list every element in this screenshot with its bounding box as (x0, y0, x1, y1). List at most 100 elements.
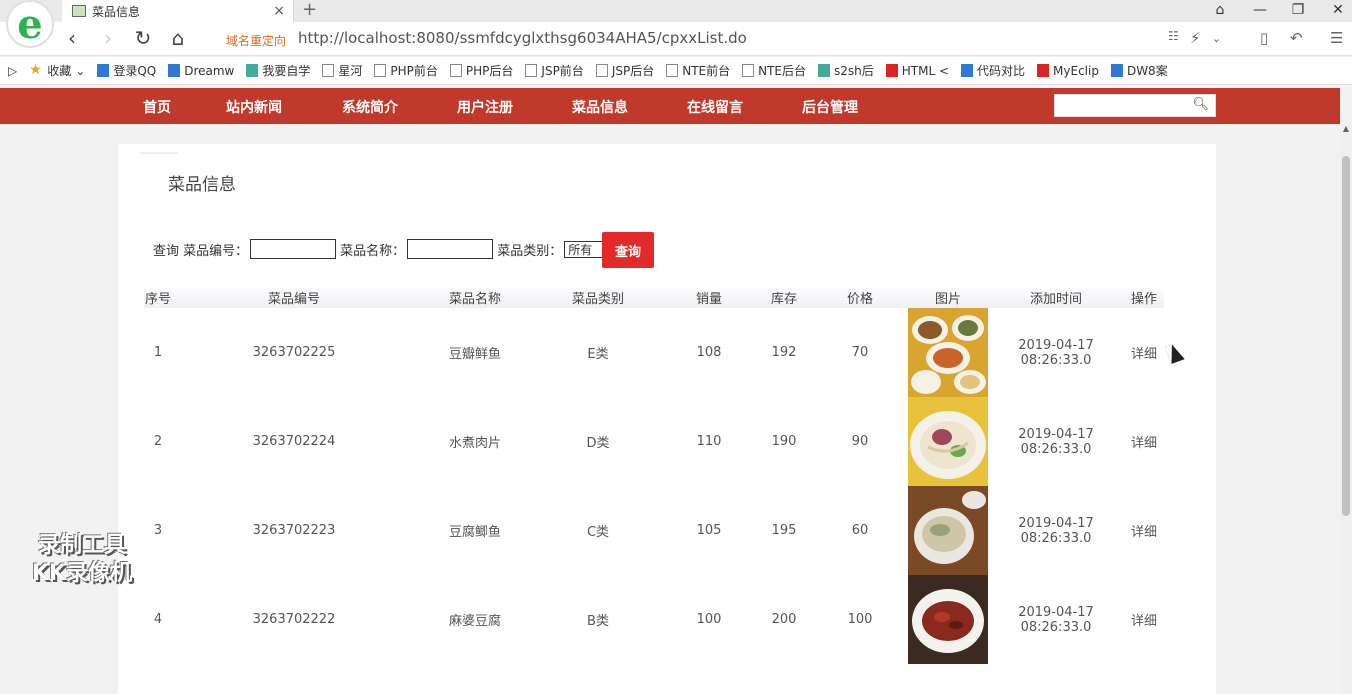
bookmark-item[interactable]: NTE后台 (742, 62, 806, 79)
dish-image[interactable] (908, 397, 988, 486)
minimize-button[interactable]: — (1240, 0, 1280, 22)
page-icon (666, 64, 679, 77)
detail-link[interactable]: 详细 (1124, 308, 1164, 397)
bookmark-item[interactable]: JSP前台 (525, 62, 584, 79)
bookmark-item[interactable]: MyEclip (1037, 64, 1099, 78)
col-header-type: 菜品类别 (534, 286, 662, 308)
code-label: 菜品编号： (183, 243, 249, 259)
dish-table: 序号 菜品编号 菜品名称 菜品类别 销量 库存 价格 图片 添加时间 操作 1 … (144, 286, 1164, 664)
restore-button[interactable]: ❐ (1278, 0, 1318, 22)
undo-icon[interactable]: ↶ (1290, 29, 1303, 47)
nav-messages[interactable]: 在线留言 (687, 97, 743, 117)
bookmark-item[interactable]: JSP后台 (595, 62, 654, 79)
browser-tab[interactable]: 菜品信息 × (62, 0, 294, 22)
reload-icon[interactable]: ↻ (131, 27, 155, 51)
page-icon (374, 64, 387, 77)
site-nav: 首页 站内新闻 系统简介 用户注册 菜品信息 在线留言 后台管理 🔍︎ (0, 88, 1340, 124)
page-icon (742, 64, 755, 77)
bookmark-item[interactable]: PHP后台 (449, 62, 513, 79)
query-form: 查询 菜品编号： 菜品名称： 菜品类别： 所有 ▼ (153, 239, 613, 259)
page-icon (595, 64, 608, 77)
page-title: 菜品信息 (168, 175, 236, 195)
col-header-no: 序号 (144, 286, 172, 308)
search-icon[interactable]: 🔍︎ (1192, 97, 1209, 112)
tab-close-icon[interactable]: × (273, 3, 285, 19)
dish-photo-tofu (908, 575, 988, 664)
bookmark-page-icon[interactable]: ▯ (1260, 29, 1268, 47)
scroll-thumb[interactable] (1342, 156, 1350, 516)
page-favicon-icon (72, 5, 86, 17)
pin-icon[interactable]: ⌂ (1200, 0, 1240, 22)
bookmark-item[interactable]: 代码对比 (961, 62, 1025, 79)
home-icon[interactable]: ⌂ (166, 27, 190, 51)
browser-tab-bar: 菜品信息 × + ⌂ — ❐ ✕ (0, 0, 1352, 22)
nav-dishes[interactable]: 菜品信息 (572, 97, 628, 117)
image-icon (818, 64, 830, 77)
recorder-watermark: 录制工具 KK录像机 (32, 533, 133, 586)
bookmark-item[interactable]: HTML < (885, 64, 949, 78)
chevron-down-icon[interactable]: ⌄ (1212, 32, 1221, 45)
bookmark-item[interactable]: s2sh后 (818, 62, 874, 79)
bookmark-favorites[interactable]: ★ 收藏 ⌄ (29, 62, 85, 79)
bookmark-item[interactable]: Dreamw (168, 64, 234, 78)
query-label: 查询 (153, 243, 180, 259)
paw-icon (1110, 64, 1123, 77)
table-row: 2 3263702224 水煮肉片 D类 110 190 90 2019-04-… (144, 397, 1164, 486)
dreamweaver-icon (168, 64, 181, 77)
close-window-button[interactable]: ✕ (1318, 0, 1352, 22)
address-bar: ‹ › ↻ ⌂ 域名重定向 http://localhost:8080/ssmf… (0, 22, 1352, 56)
bookmark-item[interactable]: PHP前台 (374, 62, 438, 79)
qq-icon (97, 64, 110, 77)
html-icon (885, 64, 898, 77)
check-icon (246, 64, 259, 77)
nav-about[interactable]: 系统简介 (342, 97, 398, 117)
dish-image[interactable] (908, 575, 988, 664)
dish-photo-noodles (908, 397, 988, 486)
table-header-row: 序号 菜品编号 菜品名称 菜品类别 销量 库存 价格 图片 添加时间 操作 (144, 286, 1164, 308)
col-header-stock: 库存 (756, 286, 812, 308)
col-header-time: 添加时间 (988, 286, 1124, 308)
col-header-sales: 销量 (662, 286, 756, 308)
menu-icon[interactable]: ☰ (1330, 29, 1343, 47)
scroll-up-icon[interactable]: ▲ (1340, 124, 1352, 136)
table-row: 1 3263702225 豆瓣鲜鱼 E类 108 192 70 2019-04-… (144, 308, 1164, 397)
page-scrollbar[interactable]: ▲ (1340, 124, 1352, 694)
tab-title: 菜品信息 (92, 4, 141, 19)
nav-admin[interactable]: 后台管理 (802, 97, 858, 117)
sidebar-toggle-icon[interactable]: ▷ (8, 64, 17, 78)
dish-image[interactable] (908, 308, 988, 397)
back-icon[interactable]: ‹ (60, 27, 84, 51)
bookmark-item[interactable]: 星河 (322, 62, 362, 79)
bookmark-item[interactable]: NTE前台 (666, 62, 730, 79)
col-header-name: 菜品名称 (416, 286, 534, 308)
query-button[interactable]: 查询 (602, 232, 654, 268)
bookmark-item[interactable]: DW8案 (1110, 62, 1168, 79)
dish-code-input[interactable] (250, 239, 337, 259)
bookmarks-bar: ▷ ★ 收藏 ⌄ 登录QQ Dreamw 我要自学 星河 PHP前台 PHP后台 J… (0, 57, 1352, 85)
nav-news[interactable]: 站内新闻 (226, 97, 282, 117)
detail-link[interactable]: 详细 (1124, 397, 1164, 486)
forward-icon[interactable]: › (96, 27, 120, 51)
grid-icon[interactable]: ☷ (1168, 29, 1179, 43)
detail-link[interactable]: 详细 (1124, 575, 1164, 664)
bookmark-item[interactable]: 登录QQ (97, 62, 156, 79)
url-field[interactable]: http://localhost:8080/ssmfdcyglxthsg6034… (298, 29, 747, 47)
star-icon: ★ (29, 62, 44, 78)
dish-name-input[interactable] (407, 239, 494, 259)
dish-image[interactable] (908, 486, 988, 575)
compare-icon (961, 64, 974, 77)
lightning-icon[interactable]: ⚡ (1190, 29, 1201, 47)
nav-register[interactable]: 用户注册 (457, 97, 513, 117)
page-icon (525, 64, 538, 77)
nav-home[interactable]: 首页 (143, 97, 171, 117)
redirect-label[interactable]: 域名重定向 (226, 32, 286, 49)
browser-logo-icon[interactable]: e (6, 0, 54, 48)
name-label: 菜品名称： (340, 243, 406, 259)
content-card: 菜品信息 查询 菜品编号： 菜品名称： 菜品类别： 所有 ▼ 查询 序号 菜品编… (118, 124, 1216, 694)
nav-search-input[interactable]: 🔍︎ (1054, 94, 1216, 117)
col-header-action: 操作 (1124, 286, 1164, 308)
new-tab-button[interactable]: + (302, 0, 317, 20)
detail-link[interactable]: 详细 (1124, 486, 1164, 575)
bookmark-item[interactable]: 我要自学 (246, 62, 310, 79)
col-header-image: 图片 (908, 286, 988, 308)
